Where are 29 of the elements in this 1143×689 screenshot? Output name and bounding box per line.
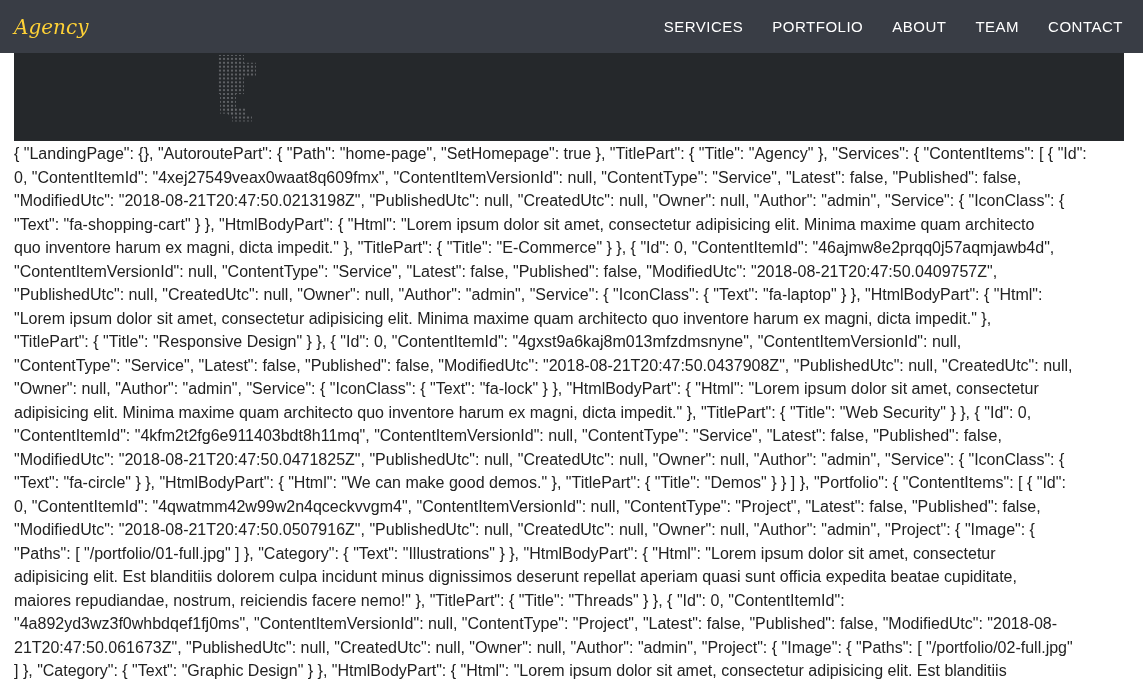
json-text-line: "ModifiedUtc": "2018-08-21T20:47:50.0213198Z", "PublishedUtc": null, "CreatedUtc": null, "Owner": null, "Author": "admin", "Service": { "IconClass": {: [14, 191, 1065, 211]
brand-logo[interactable]: Agency: [14, 16, 89, 37]
nav-link[interactable]: TEAM: [975, 19, 1020, 34]
json-text-line: 21T20:47:50.061673Z", "PublishedUtc": null, "CreatedUtc": null, "Owner": null, "Author": "admin", "Project": { "Image": { "Paths": [ "/portfolio/02-full.jpg": [14, 637, 1073, 658]
json-text-line: ] }, "Category": { "Text": "Graphic Design" } }, "HtmlBodyPart": { "Html": "Lorem ipsum dolor sit amet, consectetur adipisicing elit. Est blanditiis: [14, 661, 1007, 681]
nav-link[interactable]: PORTFOLIO: [772, 19, 864, 34]
json-text-line: 0, "ContentItemId": "4xej27549veax0waat8q609fmx", "ContentItemVersionId": null, "ContentType": "Service", "Latest": false, "Published": false,: [14, 167, 1022, 188]
json-text-line: "ContentItemId": "4kfm2t2fg6e911403bdt8h11mq", "ContentItemVersionId": null, "ContentType": "Service", "Latest": false, "Published": false,: [14, 426, 1002, 446]
json-text-line: "Owner": null, "Author": "admin", "Service": { "IconClass": { "Text": "fa-lock" } }, "HtmlBodyPart": { "Html": "Lorem ipsum dolor sit amet, consectetur: [14, 379, 1039, 399]
json-text-line: 0, "ContentItemId": "4qwatmm42w99w2n4qceckvvgm4", "ContentItemVersionId": null, "ContentType": "Project", "Latest": false, "Published": false,: [14, 496, 1041, 517]
json-text-line: "Lorem ipsum dolor sit amet, consectetur adipisicing elit. Minima maxime quam architecto quo inventore harum ex magni, dicta impedit." },: [14, 308, 992, 329]
json-text-line: "ContentType": "Service", "Latest": false, "Published": false, "ModifiedUtc": "2018-08-21T20:47:50.0437908Z", "PublishedUtc": null, "CreatedUtc": null,: [14, 355, 1073, 376]
json-text-line: "4a892yd3wz3f0whbdqef1fj0ms", "ContentItemVersionId": null, "ContentType": "Project", "Latest": false, "Published": false, "ModifiedUtc": "2018-08-: [14, 614, 1058, 634]
json-text-line: adipisicing elit. Est blanditiis dolorem culpa incidunt minus dignissimos deserunt repellat aperiam quasi sunt officia expedita beatae cupiditate,: [14, 567, 1017, 587]
json-text-line: "TitlePart": { "Title": "Responsive Design" } }, { "Id": 0, "ContentItemId": "4gxst9a6kaj8m013mfzdmsnyne", "ContentItemVersionId": null,: [14, 332, 962, 352]
nav-link[interactable]: CONTACT: [1048, 19, 1123, 34]
json-text-line: "ModifiedUtc": "2018-08-21T20:47:50.0471825Z", "PublishedUtc": null, "CreatedUtc": null, "Owner": null, "Author": "admin", "Service": { "IconClass": {: [14, 449, 1065, 470]
json-text-line: quo inventore harum ex magni, dicta impedit." }, "TitlePart": { "Title": "E-Commerce" } }, { "Id": 0, "ContentItemId": "46ajmw8e2prqq0j57aqmjawb4d",: [14, 238, 1055, 258]
json-text-line: "Paths": [ "/portfolio/01-full.jpg" ] }, "Category": { "Text": "Illustrations" } }, "HtmlBodyPart": { "Html": "Lorem ipsum dolor sit amet, consectetur: [14, 543, 996, 564]
json-text-line: "Text": "fa-circle" } }, "HtmlBodyPart": { "Html": "We can make good demos." }, "TitlePart": { "Title": "Demos" } } ] }, "Portfolio": { "ContentItems": [ { "Id":: [14, 473, 1066, 493]
nav-link[interactable]: SERVICES: [663, 19, 744, 34]
json-text-line: "ContentItemVersionId": null, "ContentType": "Service", "Latest": false, "Published": false, "ModifiedUtc": "2018-08-21T20:47:50.0409757Z",: [14, 261, 998, 282]
json-text-line: "Text": "fa-shopping-cart" } }, "HtmlBodyPart": { "Html": "Lorem ipsum dolor sit amet, consectetur adipisicing elit. Minima maxime quam architecto: [14, 214, 1035, 235]
json-text-line: maiores repudiandae, nostrum, reiciendis facere nemo!" }, "TitlePart": { "Title": "Threads" } }, { "Id": 0, "ContentItemId":: [14, 590, 845, 611]
json-text-line: "ModifiedUtc": "2018-08-21T20:47:50.0507916Z", "PublishedUtc": null, "CreatedUtc": null, "Owner": null, "Author": "admin", "Project": { "Image": {: [14, 520, 1035, 540]
json-text-line: adipisicing elit. Minima maxime quam architecto quo inventore harum ex magni, dicta impedit." }, "TitlePart": { "Title": "Web Security" } }, { "Id": 0,: [14, 402, 1032, 423]
json-text-line: "PublishedUtc": null, "CreatedUtc": null, "Owner": null, "Author": "admin", "Service": { "IconClass": { "Text": "fa-laptop" } }, "HtmlBodyPart": { "Html":: [14, 285, 1043, 305]
nav-link[interactable]: ABOUT: [892, 19, 947, 34]
json-text-line: { "LandingPage": {}, "AutoroutePart": { "Path": "home-page", "SetHomepage": true }, "TitlePart": { "Title": "Agency" }, "Services": { "ContentItems": [ { "Id":: [14, 144, 1087, 164]
